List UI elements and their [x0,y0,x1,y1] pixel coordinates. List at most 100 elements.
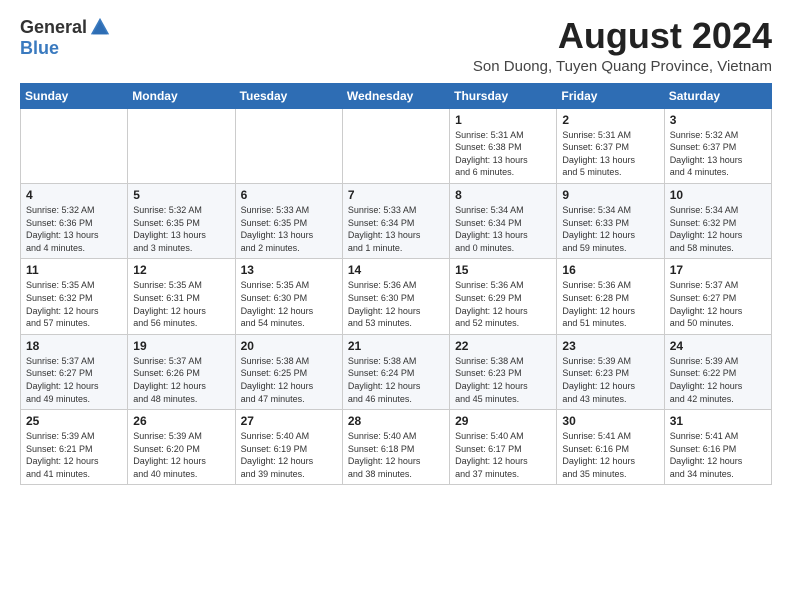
day-number: 28 [348,414,444,428]
calendar-cell: 22Sunrise: 5:38 AM Sunset: 6:23 PM Dayli… [450,334,557,409]
calendar-cell: 23Sunrise: 5:39 AM Sunset: 6:23 PM Dayli… [557,334,664,409]
day-info: Sunrise: 5:39 AM Sunset: 6:23 PM Dayligh… [562,355,658,405]
day-number: 6 [241,188,337,202]
calendar-cell: 28 Sunrise: 5:40 AM Sunset: 6:18 PM Dayli… [342,410,449,485]
calendar-cell: 26Sunrise: 5:39 AM Sunset: 6:20 PM Dayli… [128,410,235,485]
calendar-cell [128,108,235,183]
day-number: 15 [455,263,551,277]
day-info: Sunrise: 5:35 AM Sunset: 6:30 PM Dayligh… [241,279,337,329]
calendar-cell: 4 Sunrise: 5:32 AM Sunset: 6:36 PM Daylig… [21,183,128,258]
day-info: Sunrise: 5:39 AM Sunset: 6:21 PM Dayligh… [26,430,122,480]
day-number: 22 [455,339,551,353]
calendar-cell: 3Sunrise: 5:32 AM Sunset: 6:37 PM Daylig… [664,108,771,183]
day-number: 12 [133,263,229,277]
day-number: 3 [670,113,766,127]
calendar-cell: 10 Sunrise: 5:34 AM Sunset: 6:32 PM Dayli… [664,183,771,258]
day-number: 8 [455,188,551,202]
day-number: 13 [241,263,337,277]
day-number: 21 [348,339,444,353]
day-info: Sunrise: 5:39 AM Sunset: 6:22 PM Dayligh… [670,355,766,405]
logo-general-text: General [20,17,87,38]
day-info: Sunrise: 5:40 AM Sunset: 6:18 PM Dayligh… [348,430,444,480]
calendar-cell: 13 Sunrise: 5:35 AM Sunset: 6:30 PM Dayli… [235,259,342,334]
day-info: Sunrise: 5:40 AM Sunset: 6:17 PM Dayligh… [455,430,551,480]
day-number: 4 [26,188,122,202]
day-number: 11 [26,263,122,277]
calendar-cell: 27 Sunrise: 5:40 AM Sunset: 6:19 PM Dayli… [235,410,342,485]
day-info: Sunrise: 5:36 AM Sunset: 6:29 PM Dayligh… [455,279,551,329]
day-number: 10 [670,188,766,202]
calendar-table: SundayMondayTuesdayWednesdayThursdayFrid… [20,83,772,486]
day-info: Sunrise: 5:36 AM Sunset: 6:30 PM Dayligh… [348,279,444,329]
day-info: Sunrise: 5:35 AM Sunset: 6:31 PM Dayligh… [133,279,229,329]
logo-icon [89,16,111,38]
weekday-header-friday: Friday [557,83,664,108]
calendar-cell: 14 Sunrise: 5:36 AM Sunset: 6:30 PM Dayli… [342,259,449,334]
day-info: Sunrise: 5:32 AM Sunset: 6:35 PM Dayligh… [133,204,229,254]
day-info: Sunrise: 5:32 AM Sunset: 6:36 PM Dayligh… [26,204,122,254]
weekday-header-row: SundayMondayTuesdayWednesdayThursdayFrid… [21,83,772,108]
day-number: 20 [241,339,337,353]
day-info: Sunrise: 5:34 AM Sunset: 6:32 PM Dayligh… [670,204,766,254]
week-row-3: 11 Sunrise: 5:35 AM Sunset: 6:32 PM Dayli… [21,259,772,334]
month-year: August 2024 [473,16,772,56]
day-number: 9 [562,188,658,202]
day-info: Sunrise: 5:37 AM Sunset: 6:26 PM Dayligh… [133,355,229,405]
calendar-cell: 18 Sunrise: 5:37 AM Sunset: 6:27 PM Dayli… [21,334,128,409]
day-number: 1 [455,113,551,127]
calendar-cell: 29 Sunrise: 5:40 AM Sunset: 6:17 PM Dayli… [450,410,557,485]
day-info: Sunrise: 5:41 AM Sunset: 6:16 PM Dayligh… [562,430,658,480]
calendar-cell [342,108,449,183]
day-number: 17 [670,263,766,277]
calendar-cell: 8 Sunrise: 5:34 AM Sunset: 6:34 PM Daylig… [450,183,557,258]
calendar-cell: 17 Sunrise: 5:37 AM Sunset: 6:27 PM Dayli… [664,259,771,334]
logo-blue-text: Blue [20,38,59,59]
calendar-cell [21,108,128,183]
day-number: 14 [348,263,444,277]
day-info: Sunrise: 5:35 AM Sunset: 6:32 PM Dayligh… [26,279,122,329]
calendar-cell: 31Sunrise: 5:41 AM Sunset: 6:16 PM Dayli… [664,410,771,485]
day-info: Sunrise: 5:31 AM Sunset: 6:38 PM Dayligh… [455,129,551,179]
calendar-cell: 6 Sunrise: 5:33 AM Sunset: 6:35 PM Daylig… [235,183,342,258]
weekday-header-wednesday: Wednesday [342,83,449,108]
day-number: 27 [241,414,337,428]
week-row-2: 4 Sunrise: 5:32 AM Sunset: 6:36 PM Daylig… [21,183,772,258]
week-row-1: 1 Sunrise: 5:31 AM Sunset: 6:38 PM Daylig… [21,108,772,183]
day-number: 16 [562,263,658,277]
header: General Blue August 2024 Son Duong, Tuye… [20,16,772,75]
calendar-cell: 15 Sunrise: 5:36 AM Sunset: 6:29 PM Dayli… [450,259,557,334]
day-info: Sunrise: 5:37 AM Sunset: 6:27 PM Dayligh… [670,279,766,329]
day-number: 29 [455,414,551,428]
day-number: 2 [562,113,658,127]
calendar-cell: 24 Sunrise: 5:39 AM Sunset: 6:22 PM Dayli… [664,334,771,409]
day-info: Sunrise: 5:34 AM Sunset: 6:34 PM Dayligh… [455,204,551,254]
day-number: 30 [562,414,658,428]
day-info: Sunrise: 5:38 AM Sunset: 6:25 PM Dayligh… [241,355,337,405]
day-number: 24 [670,339,766,353]
weekday-header-thursday: Thursday [450,83,557,108]
title-section: August 2024 Son Duong, Tuyen Quang Provi… [473,16,772,75]
day-info: Sunrise: 5:33 AM Sunset: 6:35 PM Dayligh… [241,204,337,254]
week-row-5: 25 Sunrise: 5:39 AM Sunset: 6:21 PM Dayli… [21,410,772,485]
calendar-cell: 7Sunrise: 5:33 AM Sunset: 6:34 PM Daylig… [342,183,449,258]
day-number: 19 [133,339,229,353]
day-number: 25 [26,414,122,428]
day-info: Sunrise: 5:31 AM Sunset: 6:37 PM Dayligh… [562,129,658,179]
logo: General Blue [20,16,111,59]
calendar-cell: 30 Sunrise: 5:41 AM Sunset: 6:16 PM Dayli… [557,410,664,485]
day-info: Sunrise: 5:40 AM Sunset: 6:19 PM Dayligh… [241,430,337,480]
calendar-cell [235,108,342,183]
calendar-cell: 9Sunrise: 5:34 AM Sunset: 6:33 PM Daylig… [557,183,664,258]
weekday-header-monday: Monday [128,83,235,108]
day-number: 7 [348,188,444,202]
location: Son Duong, Tuyen Quang Province, Vietnam [473,58,772,75]
day-number: 18 [26,339,122,353]
calendar-cell: 19 Sunrise: 5:37 AM Sunset: 6:26 PM Dayli… [128,334,235,409]
day-number: 5 [133,188,229,202]
calendar-cell: 1 Sunrise: 5:31 AM Sunset: 6:38 PM Daylig… [450,108,557,183]
day-info: Sunrise: 5:38 AM Sunset: 6:24 PM Dayligh… [348,355,444,405]
weekday-header-sunday: Sunday [21,83,128,108]
day-info: Sunrise: 5:39 AM Sunset: 6:20 PM Dayligh… [133,430,229,480]
day-info: Sunrise: 5:37 AM Sunset: 6:27 PM Dayligh… [26,355,122,405]
calendar-cell: 11 Sunrise: 5:35 AM Sunset: 6:32 PM Dayli… [21,259,128,334]
